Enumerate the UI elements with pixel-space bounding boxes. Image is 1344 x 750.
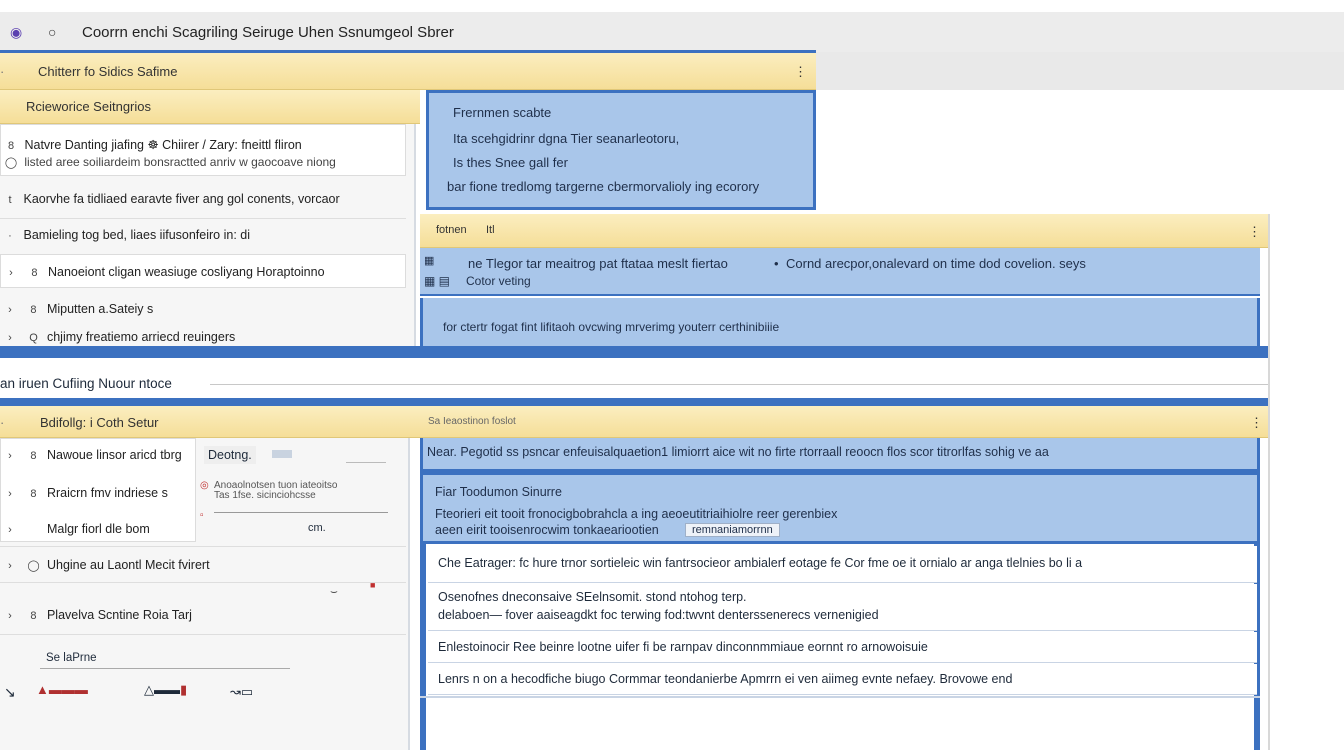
- mid-header-mid: Itl: [486, 224, 495, 236]
- bottom-left-panel: › 8 Nawoue linsor aricd tbrg Deotng. › 8…: [0, 438, 410, 750]
- bottom-info-row-1[interactable]: Near. Pegotid ss psncar enfeuisalquaetio…: [420, 438, 1260, 472]
- list-item[interactable]: › 8 Plavelva Scntine Roia Tarj: [0, 608, 192, 622]
- info-line: bar fione tredlomg targerne cbermorvalio…: [447, 179, 760, 194]
- mid-header-more-icon[interactable]: ⋮: [1248, 224, 1261, 240]
- top-accent-bar: [0, 50, 816, 53]
- list-item[interactable]: · Bamieling tog bed, liaes iifusonfeiro …: [0, 228, 250, 242]
- top-info-panel: Frernmen scabte Ita scehgidrinr dgna Tie…: [426, 90, 816, 210]
- curve-icon: ⌣: [330, 584, 338, 598]
- top-gray-region: [816, 52, 1344, 90]
- list-item[interactable]: 8 Natvre Danting jiafing ☸ Chiirer / Zar…: [0, 124, 406, 176]
- bottom-section-header: · Bdifollg: i Coth Setur: [0, 406, 410, 438]
- status-badge: Deotng.: [204, 446, 256, 464]
- info-line: Ita scehgidrinr dgna Tier seanarleotoru,: [453, 131, 680, 146]
- list-item[interactable]: › ◯ Uhgine au Laontl Mecit fvirert: [0, 558, 209, 572]
- list-item[interactable]: › 8 Nawoue linsor aricd tbrg: [0, 448, 182, 462]
- window-title-bar: ◉ ○ Coorrn enchi Scagriling Seiruge Uhen…: [0, 12, 1344, 52]
- search-icon[interactable]: ○: [48, 24, 56, 40]
- divider-label: an iruen Cufiing Nuour ntoce: [0, 376, 172, 391]
- list-item[interactable]: t Kaorvhe fa tidliaed earavte fiver ang …: [0, 192, 339, 206]
- table-row[interactable]: Lenrs n on a hecodfiche biugo Cormmar te…: [428, 664, 1257, 695]
- step-glyph-icon: ↝▭: [230, 684, 254, 699]
- tool-glyph-icon: ▲▬▬▬: [36, 682, 88, 697]
- top-sub-header: Rcieworice Seitngrios: [0, 90, 420, 124]
- window-title: Coorrn enchi Scagriling Seiruge Uhen Ssn…: [82, 24, 454, 41]
- list-item-sub: listed aree soiliardeim bonsractted anri…: [24, 155, 336, 169]
- header-more-icon[interactable]: ⋮: [794, 64, 807, 80]
- list-item[interactable]: › Malgr fiorl dle bom: [0, 522, 150, 536]
- bridge-glyph-icon: △▬▬▮: [144, 682, 188, 697]
- list-item-label: Natvre Danting jiafing ☸ Chiirer / Zary:…: [24, 138, 302, 152]
- mid-header: fotnen Itl ⋮: [420, 214, 1268, 248]
- top-sub-header-label: Rcieworice Seitngrios: [26, 99, 151, 114]
- mid-row-1[interactable]: ▦ ne Tlegor tar meaitrog pat ftataa mesl…: [420, 248, 1260, 296]
- info-chip[interactable]: remnaniamorrnn: [685, 523, 780, 537]
- info-line: Frernmen scabte: [453, 105, 552, 120]
- arrow-glyph-icon: ↘: [4, 684, 16, 700]
- list-item[interactable]: › 8 Rraicrn fmv indriese s: [0, 486, 168, 500]
- list-item[interactable]: › 8 Miputten a.Sateiy s: [0, 302, 153, 316]
- top-section-header-label: Chitterr fo Sidics Safime: [38, 64, 178, 79]
- mid-header-left: fotnen: [436, 224, 467, 236]
- info-line: Is thes Snee gall fer: [453, 155, 568, 170]
- footer-label: Se laPrne: [46, 652, 97, 664]
- table-row[interactable]: Osenofnes dneconsaive SEelnsomit. stond …: [428, 584, 1257, 631]
- list-item[interactable]: › 8 Nanoeiont cligan weasiuge cosliyang …: [0, 254, 406, 288]
- table-row[interactable]: Che Eatrager: fc hure trnor sortieleic w…: [428, 546, 1257, 583]
- top-section-header: · Chitterr fo Sidics Safime ⋮: [0, 52, 816, 90]
- table-row[interactable]: Enlestoinocir Ree beinre lootne uifer fi…: [428, 632, 1257, 663]
- badge-indicator: [272, 450, 292, 458]
- mid-row-2[interactable]: for ctertr fogat fint lifitaoh ovcwing m…: [420, 298, 1260, 348]
- bottom-section-header-label: Bdifollg: i Coth Setur: [40, 415, 159, 430]
- section-divider-bar: [0, 346, 1268, 358]
- top-left-panel: 8 Natvre Danting jiafing ☸ Chiirer / Zar…: [0, 124, 416, 348]
- bottom-info-row-2[interactable]: Fiar Toodumon Sinurre Fteorieri eit tooi…: [420, 472, 1260, 544]
- bottom-header-more-icon[interactable]: ⋮: [1250, 415, 1263, 431]
- app-icon: ◉: [10, 24, 23, 40]
- bottom-right-header: Sa Ieaostinon foslot ⋮: [410, 406, 1268, 438]
- list-item[interactable]: › Q chjimy freatiemo arriecd reuingers: [0, 330, 235, 344]
